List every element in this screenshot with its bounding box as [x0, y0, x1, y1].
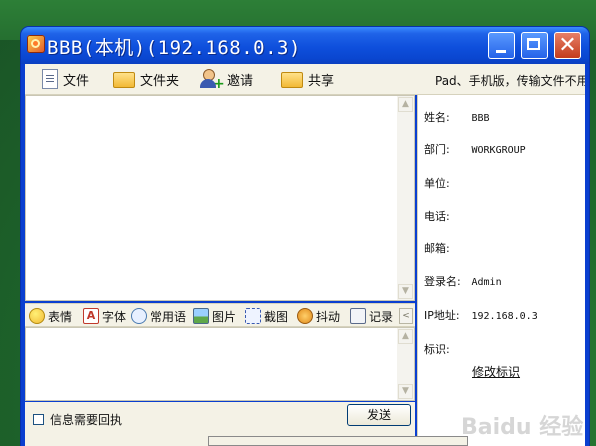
emoji-button[interactable]: 表情	[29, 307, 72, 325]
edit-tag-link[interactable]: 修改标识	[472, 363, 520, 380]
emoji-icon	[29, 308, 45, 324]
image-icon	[193, 308, 209, 324]
shake-label: 抖动	[316, 309, 341, 324]
toolbar-share-button[interactable]: 共享	[281, 67, 334, 91]
close-button[interactable]: ✕	[554, 32, 581, 59]
info-value: Admin	[471, 277, 502, 288]
info-label: 电话:	[424, 210, 450, 223]
send-button[interactable]: 发送	[347, 404, 411, 426]
info-row-ip: IP地址: 192.168.0.3	[424, 307, 538, 323]
toolbar-file-button[interactable]: 文件	[39, 67, 89, 91]
message-input-area[interactable]: ▲ ▼	[25, 327, 415, 401]
info-row-phone: 电话:	[424, 208, 468, 224]
toolbar-folder-label: 文件夹	[140, 73, 180, 89]
phrase-label: 常用语	[150, 309, 187, 324]
minimize-button[interactable]	[488, 32, 515, 59]
input-scroll-up-arrow[interactable]: ▲	[398, 329, 413, 344]
info-label: 登录名:	[424, 275, 461, 288]
file-icon	[42, 69, 58, 89]
input-scroll-down-arrow[interactable]: ▼	[398, 384, 413, 399]
history-scrollbar[interactable]: ▲ ▼	[397, 96, 414, 300]
screenshot-button[interactable]: 截图	[245, 307, 288, 325]
notice-marquee[interactable]: Pad、手机版，传输文件不用“	[435, 72, 585, 89]
toolbar-invite-label: 邀请	[227, 73, 254, 89]
info-value: WORKGROUP	[471, 145, 526, 156]
folder-icon	[113, 72, 135, 88]
app-icon	[27, 35, 45, 53]
scroll-up-arrow[interactable]: ▲	[398, 97, 413, 112]
format-toolbar: 表情 A 字体 常用语 图片 截图 抖动 记录 <	[25, 303, 415, 327]
info-row-tag: 标识:	[424, 341, 468, 357]
format-more-arrow[interactable]: <	[399, 308, 413, 324]
history-label: 记录	[369, 309, 394, 324]
info-row-unit: 单位:	[424, 175, 468, 191]
receipt-checkbox[interactable]	[33, 414, 44, 425]
font-button[interactable]: A 字体	[83, 307, 126, 325]
watermark: Baidu 经验	[461, 415, 584, 440]
phrase-icon	[131, 308, 147, 324]
toolbar-invite-button[interactable]: + 邀请	[200, 67, 253, 91]
main-toolbar: 文件 文件夹 + 邀请 共享 Pad、手机版，传输文件不用“	[25, 64, 585, 95]
message-history-pane[interactable]: ▲ ▼	[25, 95, 415, 301]
shake-icon	[297, 308, 313, 324]
shake-button[interactable]: 抖动	[297, 307, 340, 325]
input-scrollbar[interactable]: ▲ ▼	[397, 328, 414, 400]
screenshot-icon	[245, 308, 261, 324]
invite-icon: +	[200, 69, 225, 91]
history-button[interactable]: 记录	[350, 307, 393, 325]
font-label: 字体	[102, 309, 127, 324]
image-label: 图片	[212, 309, 237, 324]
font-icon: A	[83, 308, 99, 324]
minimize-icon	[496, 50, 506, 53]
info-label: 姓名:	[424, 111, 450, 124]
info-row-email: 邮箱:	[424, 240, 468, 256]
info-label: 标识:	[424, 343, 450, 356]
close-icon: ✕	[558, 33, 577, 58]
info-value: 192.168.0.3	[471, 311, 538, 322]
receipt-checkbox-label: 信息需要回执	[50, 413, 123, 427]
background-window-edge	[208, 436, 468, 446]
toolbar-share-label: 共享	[308, 73, 335, 89]
info-value: BBB	[471, 113, 490, 124]
info-row-department: 部门: WORKGROUP	[424, 141, 526, 157]
info-row-login: 登录名: Admin	[424, 273, 502, 289]
screenshot-label: 截图	[264, 309, 289, 324]
scroll-down-arrow[interactable]: ▼	[398, 284, 413, 299]
toolbar-file-label: 文件	[63, 73, 90, 89]
history-icon	[350, 308, 366, 324]
title-bar[interactable]: BBB(本机)(192.168.0.3) ✕	[21, 27, 589, 64]
info-label: 部门:	[424, 143, 450, 156]
phrase-button[interactable]: 常用语	[131, 307, 186, 325]
info-row-name: 姓名: BBB	[424, 109, 490, 125]
share-icon	[281, 72, 303, 88]
emoji-label: 表情	[48, 309, 73, 324]
image-button[interactable]: 图片	[193, 307, 236, 325]
maximize-button[interactable]	[521, 32, 548, 59]
info-label: 邮箱:	[424, 242, 450, 255]
contact-info-panel: 姓名: BBB 部门: WORKGROUP 单位: 电话: 邮箱: 登录名: A…	[417, 95, 585, 446]
chat-window: BBB(本机)(192.168.0.3) ✕ 文件 文件夹 + 邀请 共享 Pa…	[21, 27, 589, 446]
window-title: BBB(本机)(192.168.0.3)	[47, 37, 301, 59]
info-label: 单位:	[424, 177, 450, 190]
receipt-checkbox-wrap[interactable]: 信息需要回执	[33, 411, 122, 428]
toolbar-folder-button[interactable]: 文件夹	[113, 67, 179, 91]
maximize-icon	[527, 38, 540, 50]
info-label: IP地址:	[424, 309, 460, 322]
